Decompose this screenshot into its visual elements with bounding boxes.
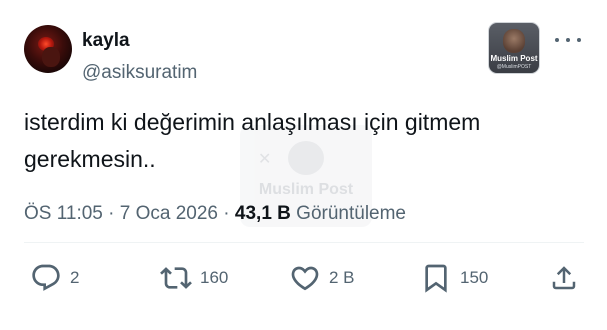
watermark-text: Muslim Post <box>258 181 354 198</box>
badge-name: Muslim Post <box>490 54 538 63</box>
meta-separator: · <box>218 203 235 224</box>
avatar-face <box>42 47 60 67</box>
bookmark-button[interactable]: 150 <box>420 258 488 298</box>
more-dot <box>566 38 570 42</box>
tweet-date[interactable]: 7 Oca 2026 <box>120 203 218 224</box>
views-label: Görüntüleme <box>290 203 407 224</box>
muslim-post-badge: Muslim Post @MuslimPOST <box>488 22 540 74</box>
share-button[interactable] <box>549 258 579 298</box>
reply-count: 2 <box>70 268 80 287</box>
meta-separator: · <box>102 203 120 224</box>
author-name[interactable]: kayla <box>82 30 130 52</box>
tweet-card: kayla @asiksuratim Muslim Post @MuslimPO… <box>0 0 607 330</box>
tweet-text: isterdim ki değerimin anlaşılması için g… <box>24 104 584 178</box>
badge-handle: @MuslimPOST <box>496 64 532 70</box>
more-dot <box>555 38 559 42</box>
tweet-time[interactable]: ÖS 11:05 <box>24 203 103 224</box>
share-icon <box>552 266 576 290</box>
author-handle[interactable]: @asiksuratim <box>82 62 197 84</box>
views-count[interactable]: 43,1 B <box>235 203 291 224</box>
heart-icon <box>291 266 319 291</box>
action-bar: 2 160 2 B 150 <box>0 258 607 298</box>
badge-portrait <box>503 29 525 53</box>
more-dot <box>577 38 581 42</box>
tweet-text-line-2: gerekmesin.. <box>24 146 156 172</box>
retweet-count: 160 <box>200 268 229 287</box>
bookmark-count: 150 <box>460 268 489 287</box>
tweet-text-line-1: isterdim ki değerimin anlaşılması için g… <box>24 109 481 135</box>
like-button[interactable]: 2 B <box>289 258 355 298</box>
avatar[interactable] <box>24 25 72 73</box>
reply-button[interactable]: 2 <box>30 258 79 298</box>
reply-icon <box>32 264 60 291</box>
divider <box>24 242 584 243</box>
tweet-meta: ÖS 11:05 · 7 Oca 2026 · 43,1 B Görüntüle… <box>24 203 406 225</box>
retweet-button[interactable]: 160 <box>160 258 228 298</box>
more-horizontal-icon[interactable] <box>555 30 581 50</box>
bookmark-icon <box>425 264 447 293</box>
like-count: 2 B <box>329 268 355 287</box>
retweet-icon <box>160 267 192 289</box>
